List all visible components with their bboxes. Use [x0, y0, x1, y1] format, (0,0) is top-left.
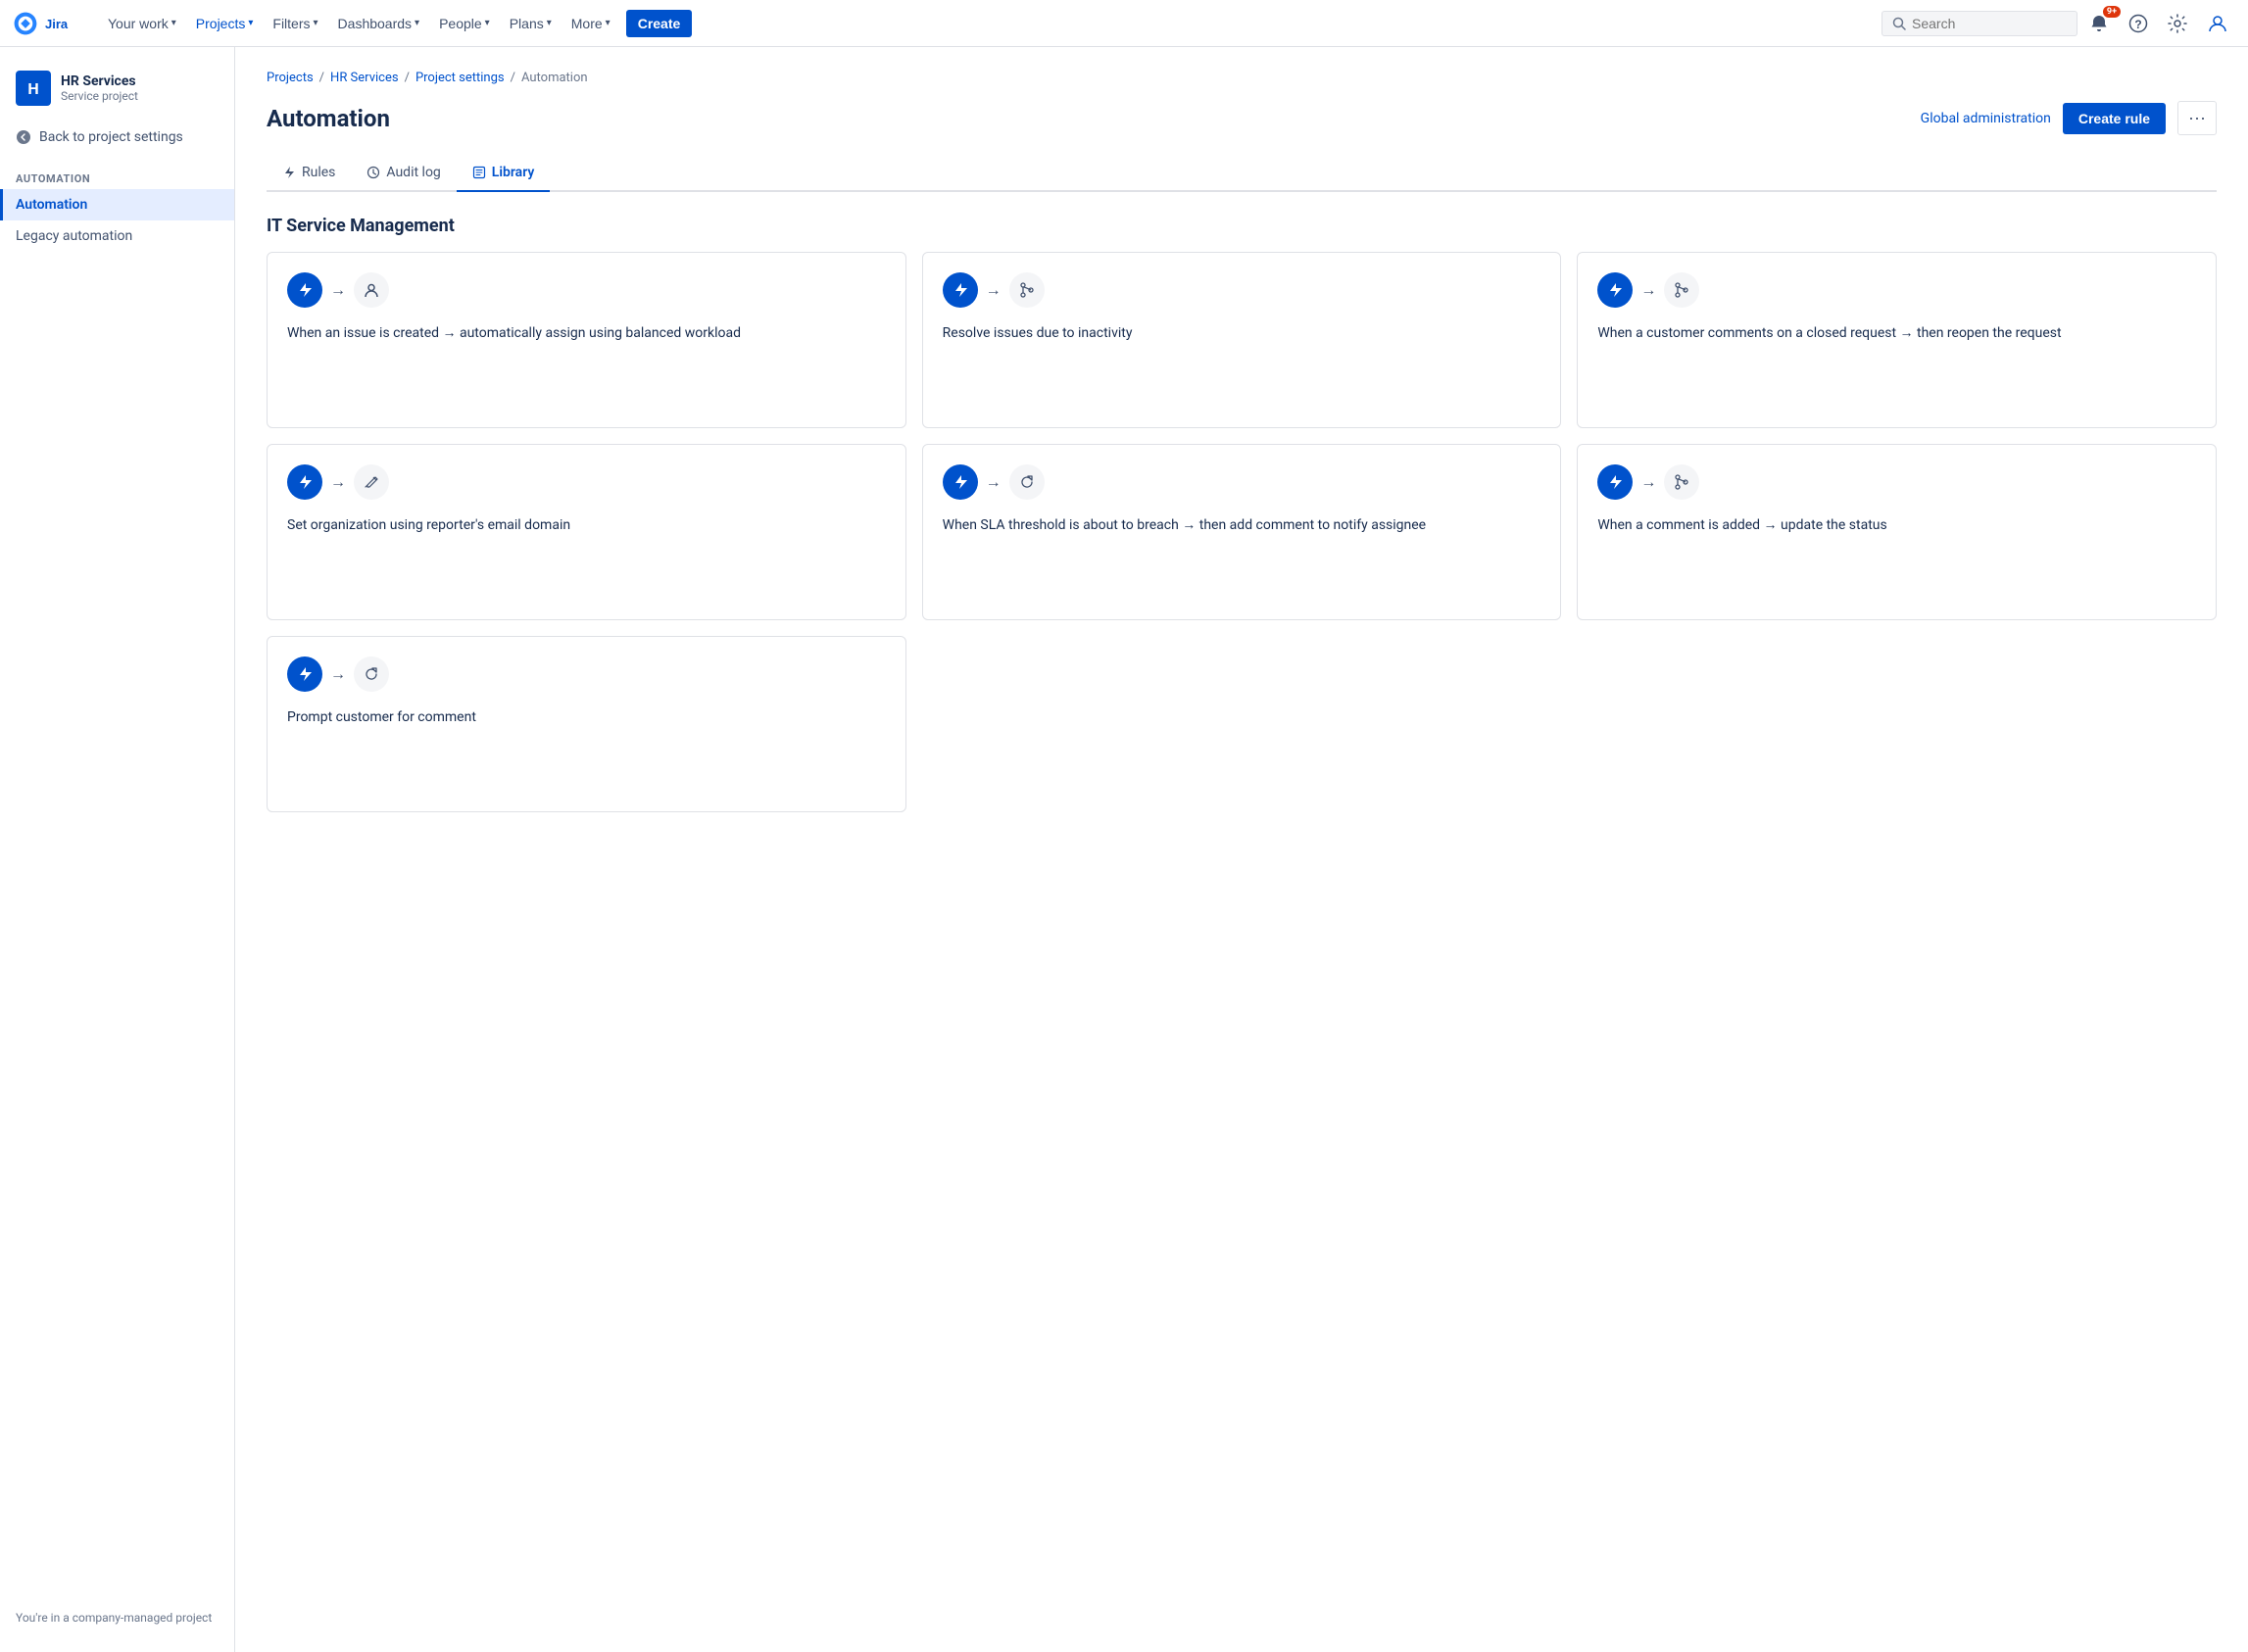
sidebar-footer: You're in a company-managed project — [0, 1599, 234, 1636]
branch-icon — [1009, 272, 1045, 308]
create-rule-button[interactable]: Create rule — [2063, 103, 2166, 134]
chevron-icon: ▾ — [314, 18, 318, 28]
nav-more[interactable]: More ▾ — [563, 12, 618, 35]
chevron-icon: ▾ — [485, 18, 490, 28]
library-icon — [472, 166, 486, 179]
card-set-organization[interactable]: → Set organization using reporter's emai… — [267, 444, 906, 620]
chevron-icon: ▾ — [171, 18, 176, 28]
help-icon: ? — [2128, 14, 2148, 33]
tab-audit-log[interactable]: Audit log — [351, 155, 456, 192]
project-name: HR Services — [61, 73, 138, 89]
branch-icon-2 — [1664, 272, 1699, 308]
card-customer-comments-reopen[interactable]: → When a customer comments on a closed r… — [1577, 252, 2217, 428]
chevron-icon: ▾ — [606, 18, 611, 28]
bolt-icon-blue — [287, 464, 322, 500]
card-text: Set organization using reporter's email … — [287, 515, 886, 536]
back-icon — [16, 129, 31, 145]
card-prompt-customer[interactable]: → Prompt customer for comment — [267, 636, 906, 812]
breadcrumb-project-settings[interactable]: Project settings — [415, 71, 505, 85]
back-to-settings[interactable]: Back to project settings — [0, 121, 234, 153]
project-type: Service project — [61, 89, 138, 103]
bolt-icon-blue — [1597, 464, 1633, 500]
card-text: When an issue is created → automatically… — [287, 323, 886, 344]
search-bar[interactable] — [1881, 11, 2077, 36]
sidebar-item-automation[interactable]: Automation — [0, 189, 234, 220]
breadcrumb-hr-services[interactable]: HR Services — [330, 71, 399, 85]
card-text: Resolve issues due to inactivity — [943, 323, 1541, 344]
project-header: H HR Services Service project — [0, 63, 234, 121]
card-text: When a comment is added → update the sta… — [1597, 515, 2196, 536]
nav-filters[interactable]: Filters ▾ — [265, 12, 325, 35]
nav-people[interactable]: People ▾ — [431, 12, 498, 35]
search-input[interactable] — [1912, 16, 2049, 31]
notification-badge: 9+ — [2103, 6, 2121, 19]
tabs: Rules Audit log Library — [267, 155, 2217, 192]
tab-library[interactable]: Library — [457, 155, 551, 192]
search-icon — [1892, 17, 1906, 30]
bolt-icon-blue — [287, 656, 322, 692]
bolt-icon-blue — [1597, 272, 1633, 308]
card-text: When SLA threshold is about to breach → … — [943, 515, 1541, 536]
project-avatar: H — [16, 71, 51, 106]
sidebar-section-label: AUTOMATION — [0, 165, 234, 189]
gear-icon — [2168, 14, 2187, 33]
svg-text:Jira: Jira — [45, 17, 69, 31]
help-button[interactable]: ? — [2121, 10, 2156, 37]
profile-icon — [2207, 13, 2228, 34]
bolt-icon-blue — [943, 272, 978, 308]
card-comment-added-status[interactable]: → When a comment is added → update the s… — [1577, 444, 2217, 620]
breadcrumb-current: Automation — [521, 71, 588, 85]
jira-wordmark: Jira — [45, 16, 88, 31]
bolt-icon-blue — [943, 464, 978, 500]
pen-icon — [354, 464, 389, 500]
jira-logo[interactable]: Jira — [12, 10, 88, 37]
page-header: Automation Global administration Create … — [267, 101, 2217, 135]
nav-projects[interactable]: Projects ▾ — [188, 12, 262, 35]
nav-plans[interactable]: Plans ▾ — [502, 12, 560, 35]
settings-button[interactable] — [2160, 10, 2195, 37]
chevron-icon: ▾ — [547, 18, 552, 28]
create-button[interactable]: Create — [626, 10, 693, 37]
breadcrumb: Projects / HR Services / Project setting… — [267, 71, 2217, 85]
main-content: Projects / HR Services / Project setting… — [235, 47, 2248, 1652]
notifications[interactable]: 9+ — [2081, 10, 2117, 37]
card-sla-threshold[interactable]: → When SLA threshold is about to breach … — [922, 444, 1562, 620]
tab-rules[interactable]: Rules — [267, 155, 351, 192]
branch-icon-3 — [1664, 464, 1699, 500]
refresh-icon-2 — [354, 656, 389, 692]
svg-text:?: ? — [2134, 18, 2141, 31]
nav-dashboards[interactable]: Dashboards ▾ — [330, 12, 428, 35]
profile-button[interactable] — [2199, 9, 2236, 38]
more-options-button[interactable]: ··· — [2177, 101, 2217, 135]
section-title: IT Service Management — [267, 216, 2217, 236]
card-resolve-inactivity[interactable]: → Resolve issues due to inactivity — [922, 252, 1562, 428]
app-layout: H HR Services Service project Back to pr… — [0, 47, 2248, 1652]
clock-icon — [367, 166, 380, 179]
person-icon — [354, 272, 389, 308]
chevron-icon: ▾ — [248, 18, 253, 28]
bolt-icon — [282, 166, 296, 179]
page-actions: Global administration Create rule ··· — [1921, 101, 2217, 135]
nav-your-work[interactable]: Your work ▾ — [100, 12, 184, 35]
breadcrumb-projects[interactable]: Projects — [267, 71, 314, 85]
card-text: When a customer comments on a closed req… — [1597, 323, 2196, 344]
sidebar: H HR Services Service project Back to pr… — [0, 47, 235, 1652]
sidebar-item-legacy-automation[interactable]: Legacy automation — [0, 220, 234, 252]
bolt-icon-blue — [287, 272, 322, 308]
card-text: Prompt customer for comment — [287, 707, 886, 728]
refresh-icon — [1009, 464, 1045, 500]
page-title: Automation — [267, 105, 390, 132]
cards-grid: → When an issue is created → automatical… — [267, 252, 2217, 812]
top-nav: Jira Your work ▾ Projects ▾ Filters ▾ Da… — [0, 0, 2248, 47]
chevron-icon: ▾ — [415, 18, 419, 28]
global-admin-link[interactable]: Global administration — [1921, 111, 2051, 126]
card-issue-created[interactable]: → When an issue is created → automatical… — [267, 252, 906, 428]
